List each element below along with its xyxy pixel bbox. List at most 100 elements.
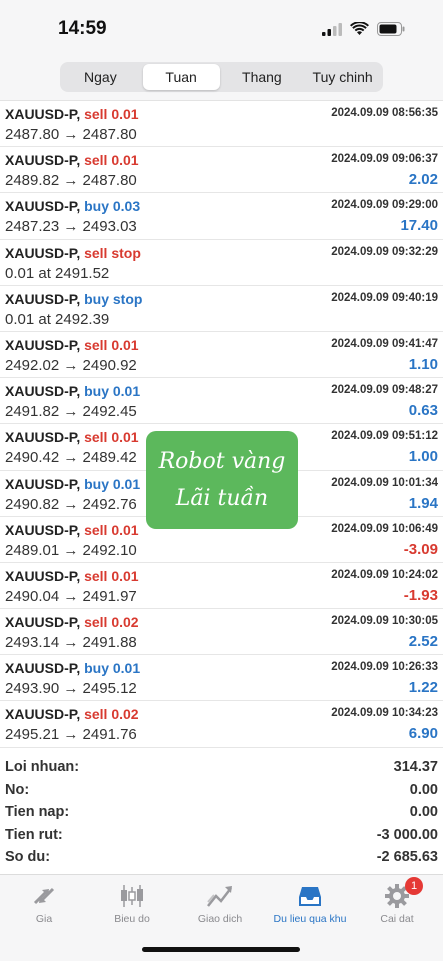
order-row[interactable]: XAUUSD-P, sell 0.01 2489.82 → 2487.80 2024… (0, 147, 443, 194)
order-symbol-text: XAUUSD-P, (5, 521, 81, 538)
summary-row: Loi nhuan: 314.37 (0, 758, 443, 781)
order-row[interactable]: XAUUSD-P, sell 0.01 2487.80 → 2487.80 2024… (0, 101, 443, 148)
order-row[interactable]: XAUUSD-P, buy 0.03 2487.23 → 2493.03 2024.… (0, 193, 443, 240)
order-symbol-text: XAUUSD-P, (5, 152, 81, 169)
badge-line-1: Robot vàng (158, 449, 286, 474)
order-symbol-text: XAUUSD-P, (5, 290, 81, 307)
order-datetime: 2024.09.09 10:26:33 (331, 661, 438, 674)
order-row[interactable]: XAUUSD-P, sell 0.02 2495.21 → 2491.76 2024… (0, 701, 443, 748)
segment-day[interactable]: Ngay (62, 64, 139, 90)
order-symbol-text: XAUUSD-P, (5, 336, 81, 353)
order-prices: 2489.01 → 2492.10 (5, 541, 137, 559)
order-row[interactable]: XAUUSD-P, buy stop 0.01 at 2492.39 2024.09… (0, 286, 443, 332)
order-row[interactable]: XAUUSD-P, buy 0.01 2491.82 → 2492.45 2024.… (0, 378, 443, 425)
order-row[interactable]: XAUUSD-P, sell 0.01 2490.04 → 2491.97 2024… (0, 563, 443, 610)
order-prices: 2490.42 → 2489.42 (5, 449, 137, 467)
order-row[interactable]: XAUUSD-P, sell stop 0.01 at 2491.52 2024.0… (0, 240, 443, 286)
order-side: buy 0.03 (84, 198, 141, 215)
order-side: sell 0.02 (84, 614, 139, 631)
order-symbol-text: XAUUSD-P, (5, 244, 81, 261)
order-history-list: XAUUSD-P, sell 0.01 2487.80 → 2487.80 2024… (0, 101, 443, 748)
summary-label: Tien nap: (5, 804, 70, 820)
order-datetime: 2024.09.09 10:06:49 (331, 522, 438, 535)
order-datetime: 2024.09.09 10:34:23 (331, 707, 438, 720)
order-profit: 2.52 (408, 633, 438, 651)
order-symbol: XAUUSD-P, sell 0.01 (5, 429, 139, 445)
segment-week[interactable]: Tuan (142, 64, 220, 90)
order-datetime: 2024.09.09 08:56:35 (331, 107, 438, 119)
order-prices: 2495.21 → 2491.76 (5, 726, 137, 744)
order-profit: 17.40 (400, 217, 438, 235)
order-symbol-text: XAUUSD-P, (5, 660, 81, 677)
order-symbol-text: XAUUSD-P, (5, 429, 81, 446)
order-row[interactable]: XAUUSD-P, sell 0.01 2492.02 → 2490.92 2024… (0, 332, 443, 379)
cellular-signal-icon (322, 22, 342, 41)
order-profit: -3.09 (403, 540, 438, 558)
order-symbol: XAUUSD-P, buy 0.03 (5, 198, 140, 214)
battery-icon (377, 22, 405, 41)
order-prices: 2493.14 → 2491.88 (5, 634, 137, 652)
tab-settings[interactable]: 1 Cai dat (355, 877, 439, 925)
order-row[interactable]: XAUUSD-P, buy 0.01 2493.90 → 2495.12 2024.… (0, 655, 443, 702)
status-icons (322, 21, 405, 41)
segment-month[interactable]: Thang (224, 64, 301, 90)
order-symbol: XAUUSD-P, sell 0.01 (5, 522, 139, 538)
order-datetime: 2024.09.09 09:51:12 (331, 430, 438, 443)
bottom-tab-bar: Gia Bieu do Giao dich Du lieu qua khu 1 … (0, 874, 443, 961)
gear-icon: 1 (355, 877, 439, 911)
order-datetime: 2024.09.09 09:48:27 (331, 384, 438, 397)
order-symbol: XAUUSD-P, buy stop (5, 291, 142, 307)
summary-value: -2 685.63 (376, 849, 438, 865)
order-symbol: XAUUSD-P, sell 0.01 (5, 152, 139, 168)
order-side: sell 0.02 (84, 706, 139, 723)
price-arrows-icon (2, 881, 86, 911)
order-side: sell 0.01 (84, 521, 139, 538)
status-bar: 14:59 (0, 0, 443, 60)
order-symbol-text: XAUUSD-P, (5, 198, 81, 215)
summary-row: Tien nap: 0.00 (0, 803, 443, 826)
order-prices: 2490.04 → 2491.97 (5, 587, 137, 605)
order-side: sell 0.01 (84, 567, 139, 584)
order-prices: 2490.82 → 2492.76 (5, 495, 137, 513)
order-prices: 2492.02 → 2490.92 (5, 356, 137, 374)
summary-value: 0.00 (409, 804, 438, 820)
tab-chart[interactable]: Bieu do (90, 881, 174, 925)
order-datetime: 2024.09.09 10:01:34 (331, 476, 438, 489)
summary-row: No: 0.00 (0, 781, 443, 804)
tab-history[interactable]: Du lieu qua khu (268, 881, 352, 925)
order-row[interactable]: XAUUSD-P, sell 0.02 2493.14 → 2491.88 2024… (0, 609, 443, 656)
order-side: buy 0.01 (84, 383, 141, 400)
tab-history-label: Du lieu qua khu (273, 913, 347, 925)
summary-value: 314.37 (393, 759, 438, 775)
order-datetime: 2024.09.09 09:41:47 (331, 337, 438, 350)
order-symbol: XAUUSD-P, buy 0.01 (5, 476, 140, 492)
order-profit: 0.63 (408, 402, 438, 420)
summary-value: -3 000.00 (376, 826, 438, 843)
trade-chart-icon (178, 881, 262, 911)
order-prices: 2489.82 → 2487.80 (5, 172, 137, 190)
order-symbol: XAUUSD-P, sell 0.01 (5, 106, 139, 122)
segment-custom[interactable]: Tuy chinh (304, 64, 381, 90)
tab-chart-label: Bieu do (114, 913, 150, 925)
home-indicator (142, 947, 300, 952)
tab-quotes[interactable]: Gia (2, 881, 86, 925)
tab-trade[interactable]: Giao dich (178, 881, 262, 925)
order-profit: 1.10 (408, 355, 438, 373)
order-side: buy 0.01 (84, 660, 141, 677)
order-datetime: 2024.09.09 10:30:05 (331, 615, 438, 628)
order-symbol-text: XAUUSD-P, (5, 614, 81, 631)
tab-settings-label: Cai dat (380, 913, 414, 925)
summary-row: So du: -2 685.63 (0, 848, 443, 871)
order-prices: 2491.82 → 2492.45 (5, 403, 137, 421)
summary-label: No: (5, 781, 30, 798)
order-symbol-text: XAUUSD-P, (5, 706, 81, 723)
order-prices: 0.01 at 2491.52 (5, 264, 110, 282)
period-segmented-control: Ngay Tuan Thang Tuy chinh (60, 62, 383, 92)
summary-label: So du: (5, 849, 51, 865)
order-symbol: XAUUSD-P, sell 0.01 (5, 337, 139, 353)
order-prices: 2487.23 → 2493.03 (5, 218, 137, 236)
order-symbol: XAUUSD-P, sell 0.02 (5, 614, 139, 630)
order-profit: 2.02 (408, 171, 438, 189)
order-datetime: 2024.09.09 09:06:37 (331, 153, 438, 166)
order-symbol: XAUUSD-P, sell stop (5, 245, 141, 261)
